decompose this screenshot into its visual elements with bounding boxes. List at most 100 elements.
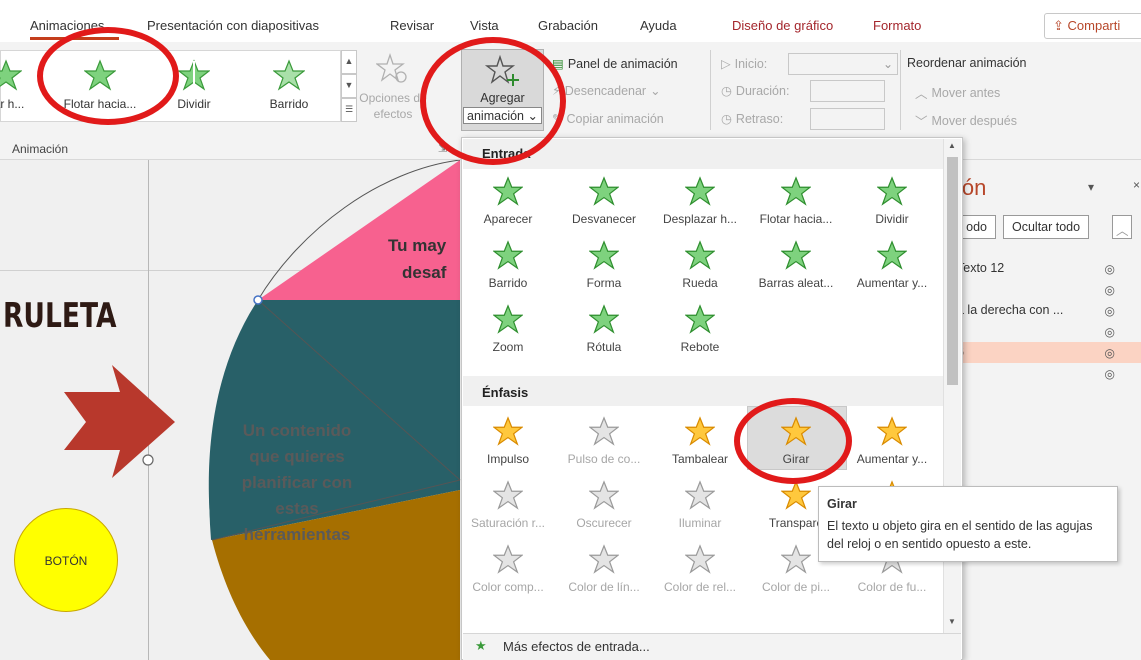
emphasis-effect[interactable]: Tambalear xyxy=(654,416,746,466)
duration-label-row: ◷ Duración: xyxy=(721,83,790,99)
wipe-star-icon xyxy=(273,59,305,91)
add-animation-menu: Entrada Aparecer Desvanecer Desplazar h...… xyxy=(461,137,963,660)
delay-label: Retraso: xyxy=(735,111,784,126)
star-icon xyxy=(589,304,619,334)
scroll-up-icon: ▲ xyxy=(948,141,956,150)
highlight-circle-girar xyxy=(734,398,852,484)
emphasis-effect[interactable]: Pulso de co... xyxy=(558,416,650,466)
star-icon xyxy=(589,240,619,270)
move-later-button[interactable]: ﹀ Mover después xyxy=(915,111,1017,130)
pane-item-2[interactable]: l◎ xyxy=(950,279,1141,300)
share-label: Comparti xyxy=(1067,18,1121,33)
emphasis-effect[interactable]: Oscurecer xyxy=(558,480,650,530)
star-icon xyxy=(685,544,715,574)
entrance-effect[interactable]: Dividir xyxy=(846,176,938,226)
scroll-down-icon: ▼ xyxy=(948,617,956,626)
emphasis-effect[interactable]: Color de rel... xyxy=(654,544,746,594)
star-icon xyxy=(877,176,907,206)
entrance-effect[interactable]: Barras aleat... xyxy=(750,240,842,290)
duration-label: Duración: xyxy=(735,83,790,98)
emphasis-effect[interactable]: Impulso xyxy=(462,416,554,466)
duration-spinner[interactable] xyxy=(810,80,885,102)
emphasis-effect[interactable]: Aumentar y... xyxy=(846,416,938,466)
emphasis-effect[interactable]: Iluminar xyxy=(654,480,746,530)
entrance-effect[interactable]: Rótula xyxy=(558,304,650,354)
trigger-button[interactable]: ⚡ Desencadenar ⌄ xyxy=(552,83,661,99)
star-icon xyxy=(781,240,811,270)
star-icon xyxy=(685,304,715,334)
entrance-effect[interactable]: Forma xyxy=(558,240,650,290)
tab-vista[interactable]: Vista xyxy=(470,18,499,33)
star-icon xyxy=(589,176,619,206)
entrance-effect[interactable]: Desplazar h... xyxy=(654,176,746,226)
tab-diseno-grafico[interactable]: Diseño de gráfico xyxy=(732,18,833,33)
selection-handle xyxy=(253,295,263,305)
tab-revisar[interactable]: Revisar xyxy=(390,18,434,33)
pane-menu-icon[interactable]: ▾ xyxy=(1088,180,1094,194)
boton-shape[interactable]: BOTÓN xyxy=(14,508,118,612)
gallery-item-barrido[interactable]: Barrido xyxy=(256,55,322,111)
gallery-label: Dividir xyxy=(177,97,211,111)
star-icon xyxy=(781,176,811,206)
entrance-effect[interactable]: Rueda xyxy=(654,240,746,290)
pane-item-4[interactable]: ◎ xyxy=(950,321,1141,342)
tab-presentacion[interactable]: Presentación con diapositivas xyxy=(147,18,319,33)
pane-close-icon[interactable]: × xyxy=(1133,178,1140,192)
hide-all-button[interactable]: Ocultar todo xyxy=(1003,215,1090,239)
entrance-effect[interactable]: Aparecer xyxy=(462,176,554,226)
effect-options-button[interactable]: Opciones de efectos xyxy=(357,52,429,122)
pane-item-5-selected[interactable]: 6◎ xyxy=(950,342,1141,363)
move-later-label: Mover después xyxy=(931,113,1017,128)
split-star-icon xyxy=(178,59,210,91)
share-button[interactable]: ⇪ Comparti xyxy=(1044,13,1141,39)
arrow-shape xyxy=(64,365,175,478)
delay-label-row: ◷ Retraso: xyxy=(721,111,784,127)
gallery-up-button[interactable]: ▲ xyxy=(341,50,357,74)
eye-icon: ◎ xyxy=(1104,262,1115,276)
scroll-thumb[interactable] xyxy=(947,157,958,385)
entrance-effect[interactable]: Rebote xyxy=(654,304,746,354)
chevron-down-icon: ﹀ xyxy=(915,115,928,129)
emphasis-effect[interactable]: Color comp... xyxy=(462,544,554,594)
star-icon xyxy=(685,176,715,206)
highlight-circle-agregar xyxy=(420,37,566,165)
star-icon xyxy=(493,480,523,510)
delay-spinner[interactable] xyxy=(810,108,885,130)
start-select[interactable]: ⌄ xyxy=(788,53,898,75)
star-icon xyxy=(877,240,907,270)
gallery-item-desplazar[interactable]: zar h... xyxy=(0,55,39,111)
entrance-effect[interactable]: Aumentar y... xyxy=(846,240,938,290)
emphasis-effect[interactable]: Saturación r... xyxy=(462,480,554,530)
entrance-effect[interactable]: Zoom xyxy=(462,304,554,354)
tab-grabacion[interactable]: Grabación xyxy=(538,18,598,33)
move-earlier-button[interactable]: ︿ Mover antes xyxy=(915,83,1000,102)
emphasis-effect[interactable]: Color de lín... xyxy=(558,544,650,594)
group-label-animacion: Animación xyxy=(12,142,69,156)
star-icon xyxy=(685,416,715,446)
gallery-more-button[interactable]: ☰ xyxy=(341,98,357,122)
tab-ayuda[interactable]: Ayuda xyxy=(640,18,677,33)
entrance-effect[interactable]: Desvanecer xyxy=(558,176,650,226)
pink-segment-text-2: desaf xyxy=(402,263,447,282)
reorder-label: Reordenar animación xyxy=(907,56,1027,70)
gallery-down-button[interactable]: ▼ xyxy=(341,74,357,98)
pane-item-1[interactable]: Texto 12 ◎ xyxy=(950,258,1141,279)
more-entrance-effects[interactable]: ★ Más efectos de entrada... xyxy=(463,633,961,660)
star-icon xyxy=(589,416,619,446)
pane-item-6[interactable]: ◎ xyxy=(950,363,1141,384)
animation-pane-button[interactable]: ▤ Panel de animación xyxy=(552,56,678,72)
tab-formato[interactable]: Formato xyxy=(873,18,921,33)
star-icon xyxy=(0,59,22,91)
entrance-effect[interactable]: Barrido xyxy=(462,240,554,290)
star-icon xyxy=(685,480,715,510)
tooltip-body: El texto u objeto gira en el sentido de … xyxy=(827,519,1093,551)
copy-animation-label: Copiar animación xyxy=(566,111,664,126)
star-icon xyxy=(493,240,523,270)
pane-item-3[interactable]: a la derecha con ... ◎ xyxy=(950,300,1141,321)
entrance-effect[interactable]: Flotar hacia... xyxy=(750,176,842,226)
animation-pane-label: Panel de animación xyxy=(567,56,678,71)
gallery-label: zar h... xyxy=(0,97,25,111)
copy-animation-button[interactable]: ✎ Copiar animación xyxy=(552,111,664,127)
pane-up-button[interactable]: ︿ xyxy=(1112,215,1132,239)
eye-icon: ◎ xyxy=(1104,283,1115,297)
